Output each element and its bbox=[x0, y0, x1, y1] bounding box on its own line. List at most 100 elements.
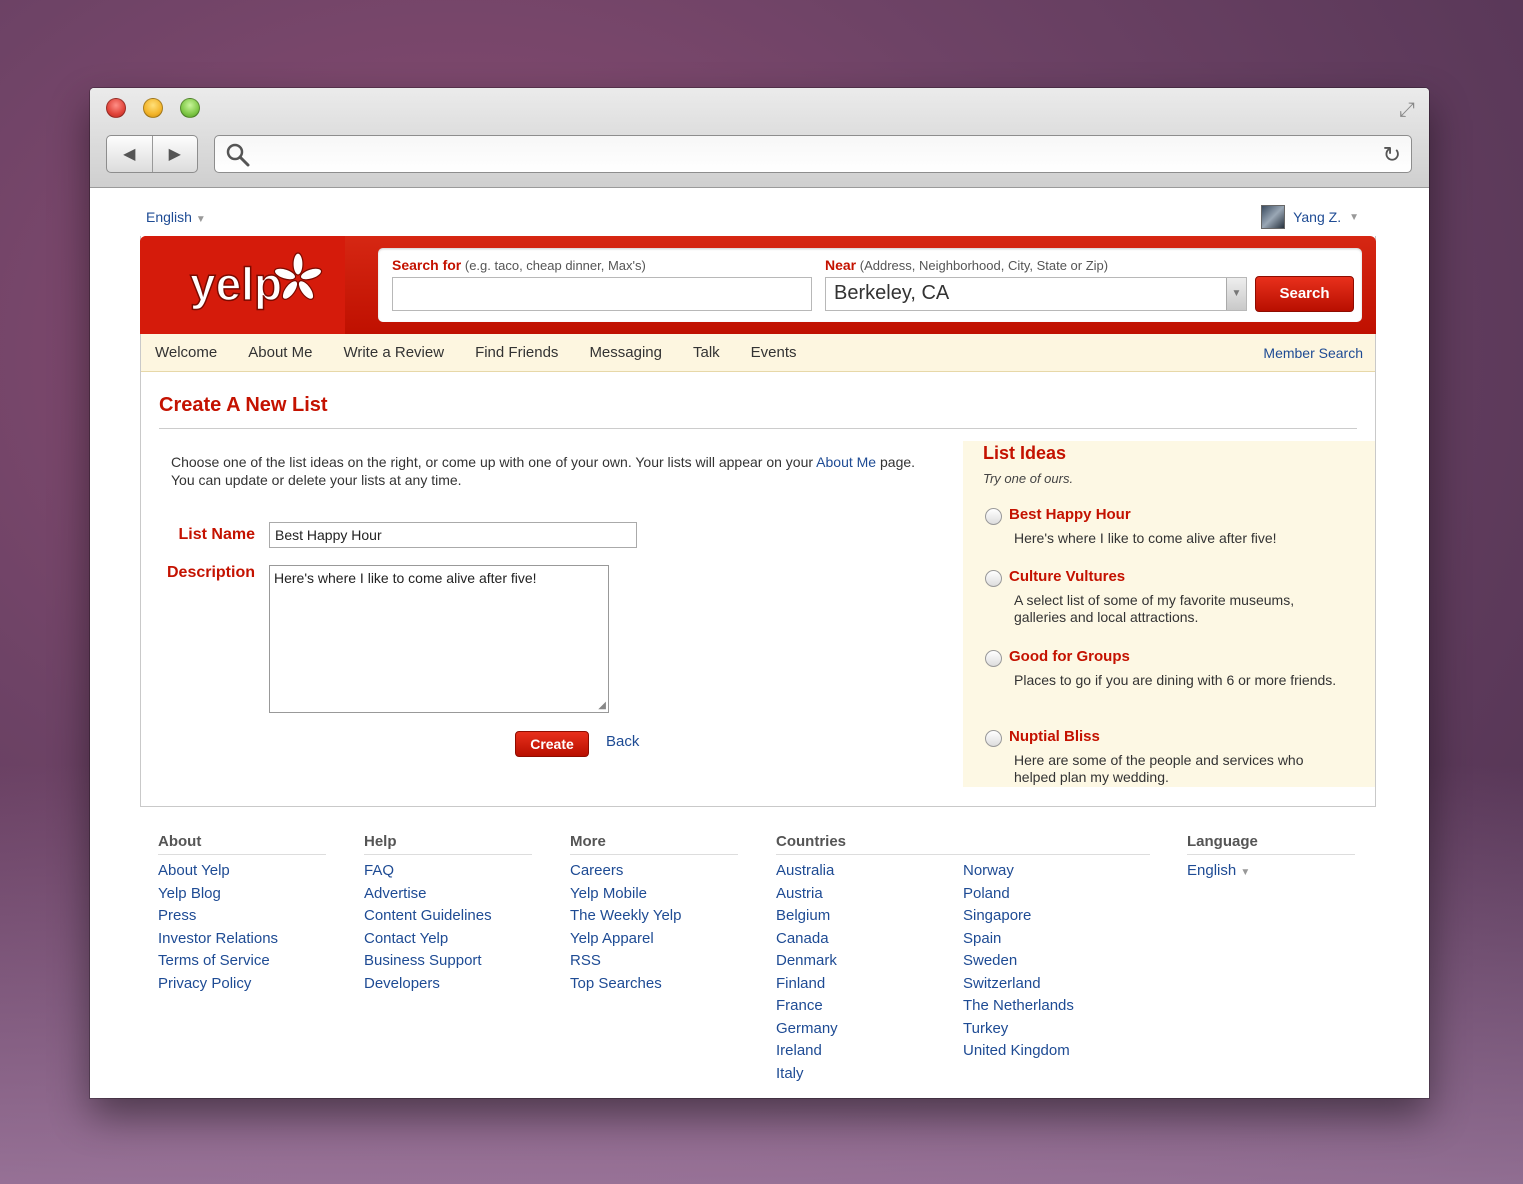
member-search-link[interactable]: Member Search bbox=[1263, 345, 1363, 361]
idea-description: Places to go if you are dining with 6 or… bbox=[1014, 672, 1337, 688]
near-value: Berkeley, CA bbox=[834, 282, 950, 304]
zoom-window-button[interactable] bbox=[180, 98, 200, 118]
back-link[interactable]: Back bbox=[606, 733, 639, 750]
idea-title: Nuptial Bliss bbox=[1009, 728, 1100, 745]
footer-link[interactable]: Advertise bbox=[364, 883, 532, 906]
description-value: Here's where I like to come alive after … bbox=[274, 570, 537, 586]
countries-list: Australia Austria Belgium Canada Denmark… bbox=[776, 860, 1150, 1085]
near-input[interactable]: Berkeley, CA ▼ bbox=[825, 277, 1247, 311]
language-selector-top[interactable]: English ▼ bbox=[146, 209, 206, 225]
about-me-link[interactable]: About Me bbox=[816, 454, 876, 470]
country-link[interactable]: Germany bbox=[776, 1018, 963, 1041]
footer-heading: More bbox=[570, 833, 738, 855]
countries-col-1: Australia Austria Belgium Canada Denmark… bbox=[776, 860, 963, 1085]
forward-button[interactable]: ▶ bbox=[151, 136, 198, 172]
country-link[interactable]: Austria bbox=[776, 883, 963, 906]
tab-talk[interactable]: Talk bbox=[693, 344, 720, 361]
footer-link[interactable]: Business Support bbox=[364, 950, 532, 973]
footer-link[interactable]: The Weekly Yelp bbox=[570, 905, 738, 928]
history-buttons: ◀ ▶ bbox=[106, 135, 198, 173]
intro-text: Choose one of the list ideas on the righ… bbox=[171, 454, 916, 488]
country-link[interactable]: Ireland bbox=[776, 1040, 963, 1063]
footer-link[interactable]: Press bbox=[158, 905, 326, 928]
search-for-input[interactable] bbox=[392, 277, 812, 311]
create-button[interactable]: Create bbox=[515, 731, 589, 757]
footer-link[interactable]: About Yelp bbox=[158, 860, 326, 883]
idea-title: Culture Vultures bbox=[1009, 568, 1126, 585]
countries-col-2: Norway Poland Singapore Spain Sweden Swi… bbox=[963, 860, 1150, 1085]
country-link[interactable]: Sweden bbox=[963, 950, 1150, 973]
radio-button[interactable] bbox=[985, 650, 1002, 667]
country-link[interactable]: Spain bbox=[963, 928, 1150, 951]
footer-link[interactable]: Yelp Apparel bbox=[570, 928, 738, 951]
resize-handle-icon[interactable]: ◢ bbox=[598, 700, 606, 711]
language-selector-footer[interactable]: English ▼ bbox=[1187, 860, 1355, 885]
browser-toolbar: ⤢ ◀ ▶ ↻ bbox=[90, 88, 1429, 188]
country-link[interactable]: Turkey bbox=[963, 1018, 1150, 1041]
description-textarea[interactable]: Here's where I like to come alive after … bbox=[269, 565, 609, 713]
footer-link[interactable]: RSS bbox=[570, 950, 738, 973]
country-link[interactable]: Italy bbox=[776, 1063, 963, 1086]
minimize-window-button[interactable] bbox=[143, 98, 163, 118]
search-form: Search for (e.g. taco, cheap dinner, Max… bbox=[378, 248, 1362, 322]
search-button[interactable]: Search bbox=[1255, 276, 1354, 312]
search-icon bbox=[226, 143, 250, 167]
radio-button[interactable] bbox=[985, 508, 1002, 525]
idea-title: Good for Groups bbox=[1009, 648, 1130, 665]
country-link[interactable]: Belgium bbox=[776, 905, 963, 928]
fullscreen-icon[interactable]: ⤢ bbox=[1393, 96, 1421, 124]
address-bar[interactable]: ↻ bbox=[214, 135, 1412, 173]
description-label: Description bbox=[166, 564, 255, 581]
footer-heading: Language bbox=[1187, 833, 1355, 855]
footer-link[interactable]: Top Searches bbox=[570, 973, 738, 996]
country-link[interactable]: The Netherlands bbox=[963, 995, 1150, 1018]
close-window-button[interactable] bbox=[106, 98, 126, 118]
list-name-input[interactable]: Best Happy Hour bbox=[269, 522, 637, 548]
radio-button[interactable] bbox=[985, 730, 1002, 747]
tab-events[interactable]: Events bbox=[751, 344, 797, 361]
country-link[interactable]: Switzerland bbox=[963, 973, 1150, 996]
footer-link[interactable]: Privacy Policy bbox=[158, 973, 326, 996]
country-link[interactable]: Finland bbox=[776, 973, 963, 996]
footer-link[interactable]: Contact Yelp bbox=[364, 928, 532, 951]
footer-link[interactable]: Terms of Service bbox=[158, 950, 326, 973]
country-link[interactable]: Canada bbox=[776, 928, 963, 951]
user-menu[interactable]: Yang Z. ▼ bbox=[1261, 205, 1359, 229]
footer-heading: About bbox=[158, 833, 326, 855]
country-link[interactable]: Denmark bbox=[776, 950, 963, 973]
tab-welcome[interactable]: Welcome bbox=[155, 344, 217, 361]
footer-more: More Careers Yelp Mobile The Weekly Yelp… bbox=[570, 833, 738, 995]
idea-description: A select list of some of my favorite mus… bbox=[1014, 592, 1295, 625]
divider bbox=[159, 428, 1357, 429]
country-link[interactable]: Poland bbox=[963, 883, 1150, 906]
neighborhood-link[interactable]: Neighborhood bbox=[919, 258, 1001, 273]
tab-write-review[interactable]: Write a Review bbox=[343, 344, 444, 361]
tab-find-friends[interactable]: Find Friends bbox=[475, 344, 558, 361]
footer-link[interactable]: Yelp Mobile bbox=[570, 883, 738, 906]
country-link[interactable]: Singapore bbox=[963, 905, 1150, 928]
chevron-down-icon[interactable]: ▼ bbox=[1226, 278, 1246, 310]
country-link[interactable]: France bbox=[776, 995, 963, 1018]
footer-link[interactable]: Yelp Blog bbox=[158, 883, 326, 906]
avatar bbox=[1261, 205, 1286, 229]
near-label: Near (Address, Neighborhood, City, State… bbox=[825, 257, 1109, 273]
tab-about-me[interactable]: About Me bbox=[248, 344, 312, 361]
reload-icon[interactable]: ↻ bbox=[1383, 142, 1401, 168]
yelp-logo[interactable]: yelp bbox=[140, 236, 345, 334]
browser-window: ⤢ ◀ ▶ ↻ English ▼ Yang Z. ▼ yelp Search … bbox=[90, 88, 1429, 1098]
footer-link[interactable]: Developers bbox=[364, 973, 532, 996]
tab-messaging[interactable]: Messaging bbox=[589, 344, 662, 361]
back-arrow-icon: ◀ bbox=[123, 146, 136, 163]
language-label: English bbox=[146, 209, 192, 225]
country-link[interactable]: Australia bbox=[776, 860, 963, 883]
radio-button[interactable] bbox=[985, 570, 1002, 587]
chevron-down-icon: ▼ bbox=[1240, 867, 1251, 878]
country-link[interactable]: United Kingdom bbox=[963, 1040, 1150, 1063]
country-link[interactable]: Norway bbox=[963, 860, 1150, 883]
footer-link[interactable]: FAQ bbox=[364, 860, 532, 883]
footer-link[interactable]: Investor Relations bbox=[158, 928, 326, 951]
footer-link[interactable]: Content Guidelines bbox=[364, 905, 532, 928]
footer-countries: Countries Australia Austria Belgium Cana… bbox=[776, 833, 1150, 1085]
footer-link[interactable]: Careers bbox=[570, 860, 738, 883]
back-button[interactable]: ◀ bbox=[107, 136, 152, 172]
